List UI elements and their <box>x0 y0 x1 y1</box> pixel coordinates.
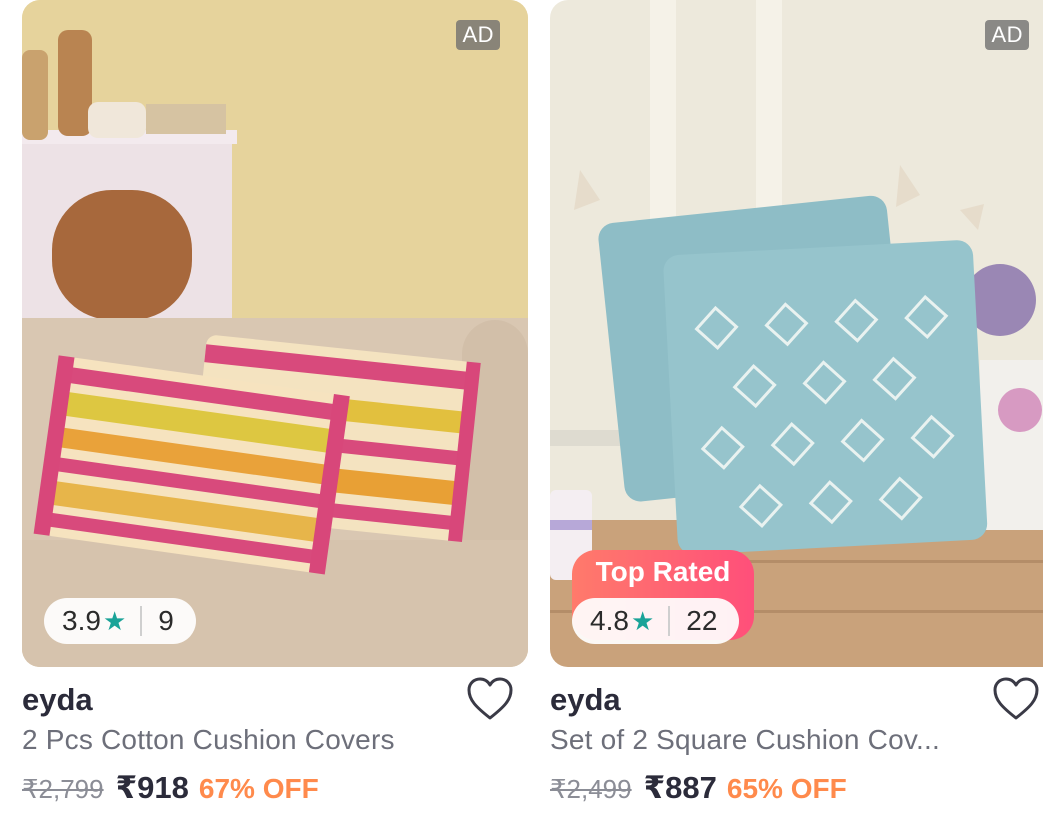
original-price: ₹2,499 <box>550 774 632 804</box>
top-rated-badge: Top Rated <box>595 556 731 587</box>
cushion-photo <box>22 0 528 667</box>
price-row: ₹2,799 ₹918 67% OFF <box>22 770 319 806</box>
heart-icon[interactable] <box>992 676 1040 722</box>
original-price: ₹2,799 <box>22 774 104 804</box>
rating-value: 4.8 <box>590 605 629 636</box>
ad-badge: AD <box>456 20 500 50</box>
product-card[interactable]: AD Top Rated 4.8 ★ 22 eyda Set of 2 Squa… <box>550 0 1043 805</box>
rating-count: 9 <box>158 605 174 636</box>
discount-label: 65% OFF <box>726 773 847 804</box>
product-image[interactable]: AD Top Rated 4.8 ★ 22 <box>550 0 1043 667</box>
product-brand: eyda <box>22 682 93 717</box>
rating-pill: 4.8 ★ 22 <box>572 598 740 644</box>
ad-badge: AD <box>985 20 1029 50</box>
product-title[interactable]: 2 Pcs Cotton Cushion Covers <box>22 724 395 756</box>
rating-pill: 3.9 ★ 9 <box>44 598 196 644</box>
star-icon: ★ <box>630 605 655 636</box>
sale-price: ₹918 <box>115 770 189 805</box>
product-card[interactable]: AD 3.9 ★ 9 eyda 2 Pcs Cotton Cushion Cov… <box>22 0 528 805</box>
rating-count: 22 <box>686 605 718 636</box>
product-title[interactable]: Set of 2 Square Cushion Cov... <box>550 724 940 756</box>
product-brand: eyda <box>550 682 621 717</box>
discount-label: 67% OFF <box>198 773 319 804</box>
rating-value: 3.9 <box>62 605 101 636</box>
product-image[interactable]: AD 3.9 ★ 9 <box>22 0 528 667</box>
price-row: ₹2,499 ₹887 65% OFF <box>550 770 847 806</box>
rating-separator <box>140 606 143 636</box>
heart-icon[interactable] <box>466 676 514 722</box>
rating-separator <box>668 606 671 636</box>
sale-price: ₹887 <box>643 770 717 805</box>
star-icon: ★ <box>102 605 127 636</box>
